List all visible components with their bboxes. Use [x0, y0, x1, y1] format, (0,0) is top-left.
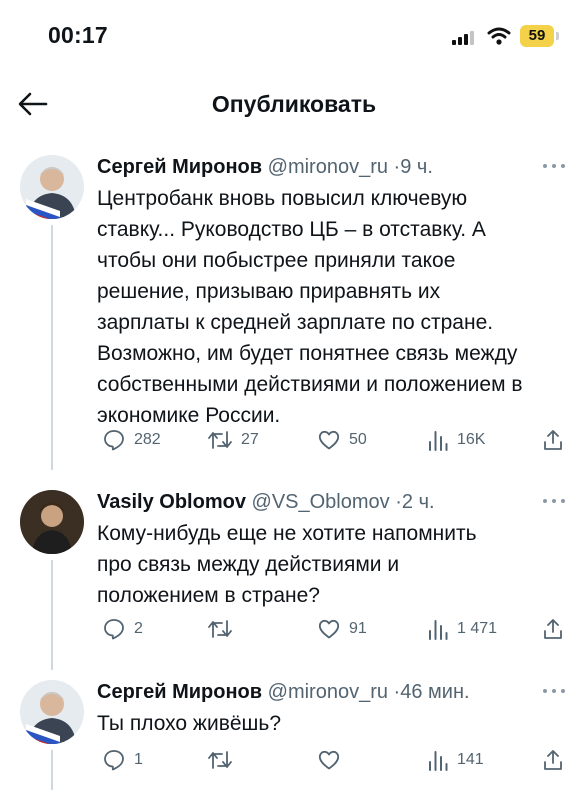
author-name[interactable]: Vasily Oblomov — [97, 491, 246, 513]
like-count: 91 — [349, 620, 367, 637]
tweet-text-line: положением в стране? — [97, 584, 320, 607]
tweet-time: 9 ч. — [400, 156, 433, 178]
share-button[interactable] — [541, 616, 565, 642]
status-time: 00:17 — [48, 22, 108, 48]
tweet-text-line: Возможно, им будет понятнее связь между — [97, 342, 518, 365]
views-count: 141 — [457, 751, 484, 768]
thread-line — [51, 750, 53, 790]
views-chart-icon — [429, 751, 448, 771]
heart-icon — [318, 750, 340, 770]
author-handle[interactable]: @mironov_ru — [268, 156, 388, 178]
more-options-icon[interactable] — [542, 163, 566, 169]
avatar-oblomov-image — [20, 490, 84, 554]
tweet-time: 2 ч. — [401, 491, 435, 513]
reply-count: 1 — [134, 751, 143, 768]
tweet-actions: 282 27 50 16K — [97, 427, 577, 453]
wifi-icon — [487, 27, 511, 45]
cellular-signal-icon — [452, 29, 478, 45]
reply-count: 282 — [134, 431, 161, 448]
reply-button[interactable]: 2 — [102, 616, 143, 642]
retweet-button[interactable] — [207, 616, 241, 642]
share-icon — [544, 430, 562, 450]
tweet-header: Сергей Миронов @mironov_ru ·46 мин. — [97, 680, 470, 704]
share-icon — [544, 619, 562, 639]
page-title: Опубликовать — [211, 91, 377, 117]
retweet-button[interactable] — [207, 747, 241, 773]
tweet-text-line: Ты плохо живёшь? — [97, 712, 281, 735]
heart-icon — [318, 430, 340, 450]
battery-tip — [556, 32, 559, 40]
views-button[interactable]: 141 — [427, 747, 484, 773]
reply-button[interactable]: 282 — [102, 427, 161, 453]
heart-icon — [318, 619, 340, 639]
author-name[interactable]: Сергей Миронов — [97, 681, 262, 703]
like-button[interactable]: 91 — [317, 616, 367, 642]
reply-button[interactable]: 1 — [102, 747, 143, 773]
like-count: 50 — [349, 431, 367, 448]
tweet-item[interactable]: Vasily Oblomov @VS_Oblomov ·2 ч. Кому-ни… — [0, 490, 588, 670]
retweet-icon — [208, 431, 232, 449]
tweet-actions: 2 91 1 471 — [97, 616, 577, 642]
like-button[interactable] — [317, 747, 349, 773]
retweet-button[interactable]: 27 — [207, 427, 259, 453]
share-button[interactable] — [541, 427, 565, 453]
avatar-mironov-image — [20, 680, 84, 744]
avatar-mironov-image — [20, 155, 84, 219]
tweet-text-line: решение, призываю приравнять их — [97, 280, 441, 303]
reply-icon — [104, 619, 124, 640]
more-options-icon[interactable] — [542, 688, 566, 694]
views-count: 16K — [457, 431, 486, 448]
author-handle[interactable]: @VS_Oblomov — [252, 491, 390, 513]
tweet-text-line: собственными действиями и положением в — [97, 373, 523, 396]
retweet-count: 27 — [241, 431, 259, 448]
tweet-item[interactable]: Сергей Миронов @mironov_ru ·46 мин. Ты п… — [0, 680, 588, 790]
tweet-time: 46 мин. — [400, 681, 470, 703]
views-button[interactable]: 16K — [427, 427, 485, 453]
tweet-item[interactable]: Сергей Миронов @mironov_ru ·9 ч. Центроб… — [0, 155, 588, 470]
top-bar: Опубликовать — [0, 75, 588, 135]
tweet-header: Сергей Миронов @mironov_ru ·9 ч. — [97, 155, 433, 179]
battery-indicator: 59 — [520, 25, 554, 47]
views-chart-icon — [429, 620, 448, 640]
views-chart-icon — [429, 431, 448, 451]
like-button[interactable]: 50 — [317, 427, 367, 453]
share-icon — [544, 750, 562, 770]
views-count: 1 471 — [457, 620, 498, 637]
share-button[interactable] — [541, 747, 565, 773]
retweet-icon — [208, 751, 232, 769]
tweet-text-line: чтобы они побыстрее приняли такое — [97, 249, 456, 272]
reply-icon — [104, 750, 124, 771]
tweet-text: Кому-нибудь еще не хотите напомнить про … — [97, 518, 577, 611]
tweet-actions: 1 141 — [97, 747, 577, 773]
avatar[interactable] — [20, 490, 84, 554]
tweet-text: Центробанк вновь повысил ключевую ставку… — [97, 183, 577, 431]
views-button[interactable]: 1 471 — [427, 616, 497, 642]
avatar[interactable] — [20, 680, 84, 744]
reply-count: 2 — [134, 620, 143, 637]
reply-icon — [104, 430, 124, 451]
author-name[interactable]: Сергей Миронов — [97, 156, 262, 178]
tweet-text-line: ставку... Руководство ЦБ – в отставку. А — [97, 218, 486, 241]
more-options-icon[interactable] — [542, 498, 566, 504]
tweet-header: Vasily Oblomov @VS_Oblomov ·2 ч. — [97, 490, 435, 514]
status-bar: 00:17 59 — [0, 0, 588, 70]
tweet-text-line: зарплаты к средней зарплате по стране. — [97, 311, 494, 334]
tweet-text: Ты плохо живёшь? — [97, 708, 577, 739]
retweet-icon — [208, 620, 232, 638]
tweet-text-line: Центробанк вновь повысил ключевую — [97, 187, 468, 210]
meta-separator: · — [395, 491, 402, 513]
thread-line — [51, 560, 53, 670]
tweet-text-line: Кому-нибудь еще не хотите напомнить — [97, 522, 477, 545]
thread-line — [51, 225, 53, 470]
avatar[interactable] — [20, 155, 84, 219]
author-handle[interactable]: @mironov_ru — [268, 681, 388, 703]
tweet-text-line: про связь между действиями и — [97, 553, 400, 576]
